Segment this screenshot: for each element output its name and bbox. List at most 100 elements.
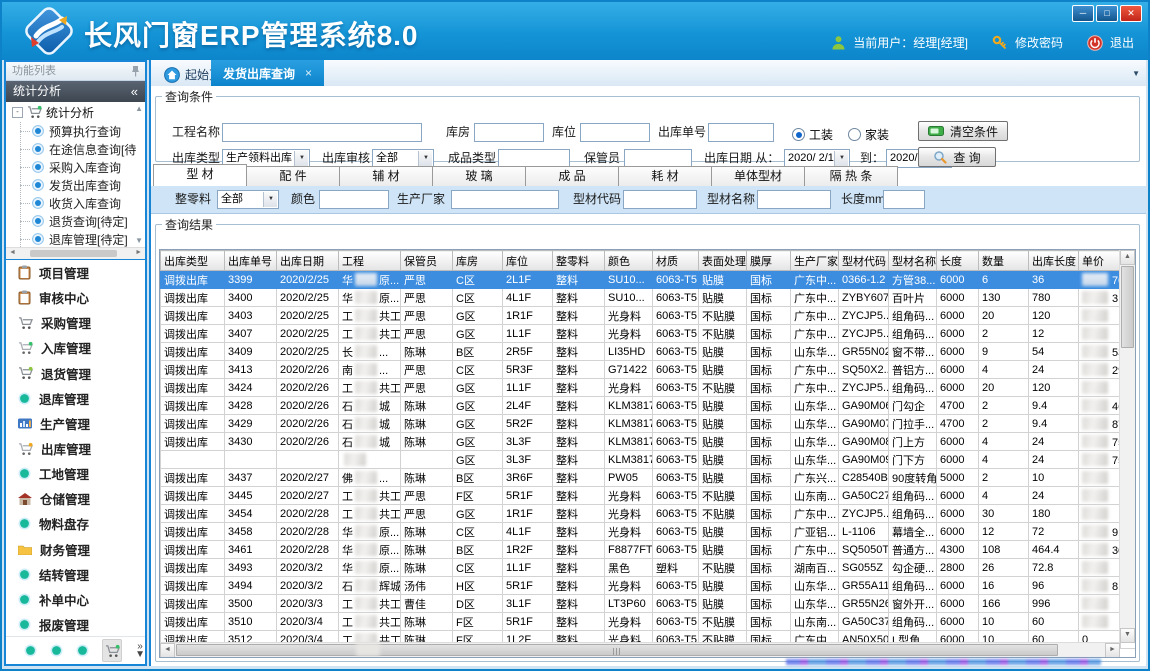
cell[interactable]: KLM3817 [605,397,653,415]
sidebar-item-退货管理[interactable]: 退货管理 [6,361,145,386]
cell[interactable]: 山东南... [791,487,839,505]
cell[interactable]: B区 [453,469,503,487]
cell[interactable]: 10 [979,613,1029,631]
cell[interactable]: 306 [1079,541,1121,559]
cell[interactable]: 广东兴... [791,469,839,487]
cell[interactable]: 山东华... [791,577,839,595]
cell[interactable]: 组角码... [889,613,937,631]
cell[interactable]: 国标 [747,343,791,361]
cell[interactable]: 陈琳 [401,343,453,361]
cell[interactable]: 山东华... [791,343,839,361]
cell[interactable]: 6000 [937,613,979,631]
cell[interactable]: 6000 [937,451,979,469]
cell[interactable]: 537 [1079,343,1121,361]
table-row[interactable]: 调拨出库34582020/2/28华原...陈琳C区4L1F整料光身料6063-… [161,523,1137,541]
cell[interactable]: 6063-T5 [653,541,699,559]
sidebar-item-报废管理[interactable]: 报废管理 [6,612,145,637]
cell[interactable]: 广东中... [791,325,839,343]
cell[interactable]: 工共工程 [339,613,401,631]
cell[interactable]: 山东南... [791,613,839,631]
table-row[interactable]: 调拨出库34032020/2/25工共工程严思G区1R1F整料光身料6063-T… [161,307,1137,325]
cell[interactable]: 贴膜 [699,577,747,595]
cell[interactable]: 1R2F [503,541,553,559]
material-tab-隔热条[interactable]: 隔 热 条 [804,166,898,186]
cell[interactable]: 国标 [747,397,791,415]
cell[interactable]: ZYCJP5... [839,307,889,325]
project-name-input[interactable] [222,123,422,142]
cell[interactable]: 6063-T5 [653,595,699,613]
cell[interactable]: GA90M09. [839,451,889,469]
cell[interactable]: 贴膜 [699,271,747,289]
cell[interactable] [277,451,339,469]
cell[interactable]: 组角码... [889,307,937,325]
cell[interactable]: SQ5050T20 [839,541,889,559]
table-row[interactable]: G区3L3F整料KLM38176063-T5贴膜国标山东华...GA90M09.… [161,451,1137,469]
cell[interactable]: 普通方... [889,541,937,559]
cell[interactable]: 整料 [553,271,605,289]
cell[interactable]: 6063-T5 [653,523,699,541]
cell[interactable]: 勾企硬... [889,559,937,577]
cell[interactable]: 陈琳 [401,541,453,559]
column-header-型材名称[interactable]: 型材名称 [889,251,937,271]
cell[interactable]: 6000 [937,505,979,523]
cell[interactable]: 广东中... [791,541,839,559]
cell[interactable]: 长... [339,343,401,361]
table-row[interactable]: 调拨出库34092020/2/25长...陈琳B区2R5F整料LI35HD606… [161,343,1137,361]
cell[interactable]: 6063-T5 [653,325,699,343]
cell[interactable]: 4 [979,451,1029,469]
cell[interactable] [1079,505,1121,523]
cell[interactable]: 3403 [225,307,277,325]
tab-close-icon[interactable]: × [305,66,312,80]
cell[interactable]: 调拨出库 [161,487,225,505]
cell[interactable]: 4700 [937,415,979,433]
cell[interactable]: 2 [979,415,1029,433]
cell[interactable]: 4700 [937,397,979,415]
cell[interactable]: 3461 [225,541,277,559]
material-tab-玻璃[interactable]: 玻 璃 [432,166,526,186]
tree-item-预算执行查询[interactable]: 预算执行查询 [6,122,145,140]
cell[interactable]: 916 [1079,523,1121,541]
cell[interactable]: 6063-T5 [653,307,699,325]
cell[interactable]: H区 [453,577,503,595]
tree-item-收货入库查询[interactable]: 收货入库查询 [6,194,145,212]
cell[interactable]: 4 [979,361,1029,379]
cell[interactable]: 南... [339,361,401,379]
cell[interactable]: 3494 [225,577,277,595]
horizontal-scrollbar[interactable]: ◄ ► [160,642,1120,657]
cell[interactable]: 6063-T5 [653,451,699,469]
cell[interactable] [1079,613,1121,631]
cell[interactable]: 6000 [937,523,979,541]
cell[interactable] [1079,379,1121,397]
cell[interactable]: 5R1F [503,613,553,631]
cell[interactable]: 3L1F [503,595,553,613]
cell[interactable]: 国标 [747,361,791,379]
more-buttons-chevron[interactable]: »▼ [135,643,145,659]
cell[interactable]: 严思 [401,505,453,523]
cell[interactable]: 调拨出库 [161,595,225,613]
cell[interactable]: 严思 [401,325,453,343]
pin-icon[interactable] [131,65,140,77]
cell[interactable]: 16 [979,577,1029,595]
sidebar-item-结转管理[interactable]: 结转管理 [6,562,145,587]
cell[interactable]: 国标 [747,325,791,343]
cell[interactable]: 6063-T5 [653,361,699,379]
cell[interactable]: 166 [979,595,1029,613]
table-row[interactable]: 调拨出库35002020/3/3工共工程曹佳D区3L1F整料LT3P606063… [161,595,1137,613]
cell[interactable]: 贴膜 [699,397,747,415]
cell[interactable]: 黑色 [605,559,653,577]
cell[interactable]: 调拨出库 [161,307,225,325]
column-header-长度[interactable]: 长度 [937,251,979,271]
cell[interactable]: 872 [1079,415,1121,433]
cell[interactable]: 72 [1029,523,1079,541]
cell[interactable]: 光身料 [605,379,653,397]
vertical-scrollbar-thumb[interactable] [1121,266,1134,348]
cell[interactable]: 国标 [747,451,791,469]
cell[interactable]: 2020/2/28 [277,505,339,523]
cell[interactable]: 山东华... [791,595,839,613]
cell[interactable] [1079,487,1121,505]
cell[interactable]: 2020/3/2 [277,559,339,577]
table-row[interactable]: 调拨出库34942020/3/2石辉城汤伟H区5R1F整料光身料6063-T5贴… [161,577,1137,595]
cell[interactable]: 窗外开... [889,595,937,613]
material-tab-型材[interactable]: 型 材 [153,164,247,186]
table-row[interactable]: 调拨出库35102020/3/4工共工程陈琳F区5R1F整料光身料6063-T5… [161,613,1137,631]
